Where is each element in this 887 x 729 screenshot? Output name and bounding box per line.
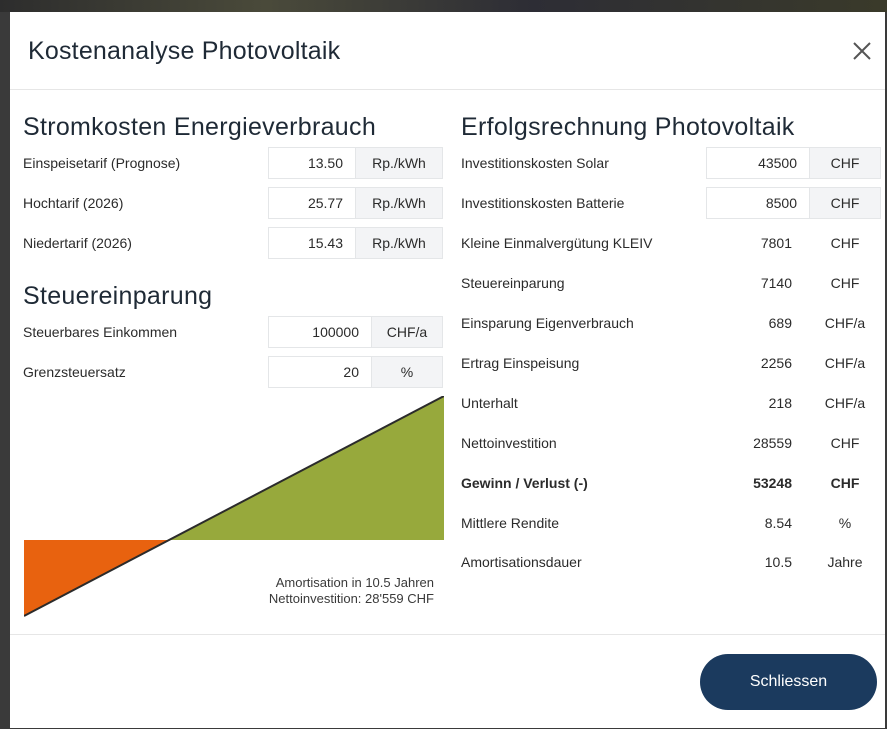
- kleiv-value: 7801: [760, 235, 792, 251]
- row-label-einspeisung: Ertrag Einspeisung: [461, 355, 580, 371]
- invest-solar-unit: CHF: [809, 147, 881, 179]
- amortisationsdauer-value: 10.5: [764, 554, 792, 570]
- unterhalt-unit: CHF/a: [824, 395, 866, 411]
- row-label-unterhalt: Unterhalt: [461, 395, 518, 411]
- row-label-rendite: Mittlere Rendite: [461, 515, 560, 531]
- einspeisung-value: 2256: [760, 355, 792, 371]
- modal-title: Kostenanalyse Photovoltaik: [28, 37, 341, 65]
- amortisationsdauer-unit: Jahre: [827, 554, 863, 570]
- eigenverbrauch-value: 689: [768, 315, 792, 331]
- einspeisetarif-input[interactable]: 13.50: [268, 147, 356, 179]
- grenzsteuersatz-input[interactable]: 20: [268, 356, 372, 388]
- row-label-grenzsteuersatz: Grenzsteuersatz: [23, 364, 126, 380]
- section-title-erfolgsrechnung: Erfolgsrechnung Photovoltaik: [461, 113, 795, 141]
- section-title-stromkosten: Stromkosten Energieverbrauch: [23, 113, 377, 141]
- einspeisetarif-unit: Rp./kWh: [355, 147, 443, 179]
- chart-note-nettoinvestition: Nettoinvestition: 28'559 CHF: [268, 591, 434, 606]
- kleiv-unit: CHF: [830, 235, 860, 251]
- row-label-einkommen: Steuerbares Einkommen: [23, 324, 178, 340]
- gewinn-unit: CHF: [830, 475, 860, 491]
- chart-note-amortisation: Amortisation in 10.5 Jahren: [275, 575, 434, 590]
- unterhalt-value: 218: [768, 395, 792, 411]
- rendite-value: 8.54: [764, 515, 792, 531]
- row-label-amortisationsdauer: Amortisationsdauer: [461, 554, 582, 570]
- niedertarif-input[interactable]: 15.43: [268, 227, 356, 259]
- row-label-kleiv: Kleine Einmalvergütung KLEIV: [461, 235, 653, 251]
- row-label-hochtarif: Hochtarif (2026): [23, 195, 124, 211]
- row-label-niedertarif: Niedertarif (2026): [23, 235, 132, 251]
- einkommen-unit: CHF/a: [371, 316, 443, 348]
- row-label-gewinn: Gewinn / Verlust (-): [461, 475, 588, 491]
- footer-divider: [10, 634, 885, 635]
- gewinn-value: 53248: [753, 475, 792, 491]
- row-label-einspeisetarif: Einspeisetarif (Prognose): [23, 155, 181, 171]
- invest-batterie-unit: CHF: [809, 187, 881, 219]
- nettoinvestition-unit: CHF: [830, 435, 860, 451]
- cost-analysis-modal: Kostenanalyse Photovoltaik Stromkosten E…: [10, 12, 885, 728]
- close-button[interactable]: Schliessen: [700, 654, 877, 710]
- grenzsteuersatz-unit: %: [371, 356, 443, 388]
- rendite-unit: %: [838, 515, 852, 531]
- page-backdrop: [0, 0, 887, 12]
- einkommen-input[interactable]: 100000: [268, 316, 372, 348]
- steuereinparung-unit: CHF: [830, 275, 860, 291]
- einspeisung-unit: CHF/a: [824, 355, 866, 371]
- row-label-nettoinvestition: Nettoinvestition: [461, 435, 557, 451]
- hochtarif-unit: Rp./kWh: [355, 187, 443, 219]
- row-label-steuereinparung: Steuereinparung: [461, 275, 565, 291]
- hochtarif-input[interactable]: 25.77: [268, 187, 356, 219]
- section-title-steuer: Steuereinparung: [23, 282, 213, 310]
- close-icon[interactable]: [847, 36, 877, 66]
- eigenverbrauch-unit: CHF/a: [824, 315, 866, 331]
- invest-solar-input[interactable]: 43500: [706, 147, 810, 179]
- nettoinvestition-value: 28559: [753, 435, 792, 451]
- row-label-invest-solar: Investitionskosten Solar: [461, 155, 609, 171]
- row-label-invest-batterie: Investitionskosten Batterie: [461, 195, 625, 211]
- invest-batterie-input[interactable]: 8500: [706, 187, 810, 219]
- niedertarif-unit: Rp./kWh: [355, 227, 443, 259]
- row-label-eigenverbrauch: Einsparung Eigenverbrauch: [461, 315, 634, 331]
- steuereinparung-value: 7140: [760, 275, 792, 291]
- modal-header: Kostenanalyse Photovoltaik: [10, 12, 885, 90]
